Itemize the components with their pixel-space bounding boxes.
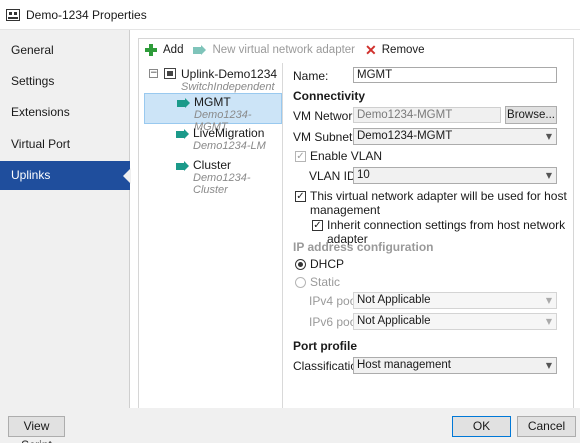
tree-item-mgmt[interactable]: MGMT Demo1234-MGMT [144, 93, 282, 133]
tree-item-subtitle: Demo1234-LM [193, 140, 266, 152]
main-panel: Add New virtual network adapter ✕ Remove… [138, 38, 574, 410]
ipv6-pool-value: Not Applicable [357, 315, 431, 327]
sidebar-item-extensions[interactable]: Extensions [0, 98, 129, 127]
vm-subnet-value: Demo1234-MGMT [357, 130, 453, 142]
tree-item-title: Cluster [193, 158, 232, 172]
title-bar: Demo-1234 Properties [0, 0, 580, 30]
chevron-down-icon: ▼ [545, 296, 552, 305]
tree-root-subtitle: SwitchIndependent [181, 81, 275, 93]
name-field[interactable]: MGMT [353, 67, 557, 83]
toolbar: Add New virtual network adapter ✕ Remove [139, 39, 575, 61]
tree-item-subtitle: Demo1234-Cluster [193, 172, 251, 196]
sidebar-item-general[interactable]: General [0, 35, 129, 64]
cancel-button[interactable]: Cancel [517, 416, 576, 437]
tree-item-title: MGMT [194, 95, 231, 109]
chevron-down-icon: ▼ [545, 361, 552, 370]
tree-root-uplink[interactable]: − Uplink-Demo1234 SwitchIndependent [149, 67, 277, 93]
static-radio[interactable] [295, 277, 306, 288]
name-label: Name: [293, 69, 329, 83]
remove-x-icon: ✕ [365, 42, 377, 58]
add-label: Add [163, 44, 184, 56]
window-close-button[interactable] [550, 0, 580, 30]
sidebar: General Settings Extensions Virtual Port… [0, 30, 131, 408]
remove-button[interactable]: ✕ Remove [365, 42, 425, 58]
tree-item-cluster[interactable]: Cluster Demo1234-Cluster [144, 157, 282, 196]
remove-label: Remove [381, 44, 425, 56]
sidebar-item-virtual-port[interactable]: Virtual Port [0, 129, 129, 158]
tree-item-livemigration[interactable]: LiveMigration Demo1234-LM [144, 125, 282, 156]
vlan-id-select[interactable]: 10 ▼ [353, 167, 557, 184]
add-button[interactable]: Add [145, 44, 183, 56]
static-label: Static [310, 275, 341, 289]
dialog-footer: View Script OK Cancel [0, 408, 580, 443]
ipv4-pool-select[interactable]: Not Applicable ▼ [353, 292, 557, 309]
host-management-checkbox[interactable]: ✓ [295, 191, 306, 202]
dhcp-label: DHCP [310, 257, 345, 271]
app-icon [6, 8, 20, 21]
host-management-label-line2: management [310, 203, 381, 217]
plus-icon [145, 44, 157, 56]
vm-subnet-select[interactable]: Demo1234-MGMT ▼ [353, 128, 557, 145]
uplink-tree: − Uplink-Demo1234 SwitchIndependent MGMT… [143, 63, 283, 409]
vm-subnet-label: VM Subnet: [293, 130, 356, 144]
host-management-label-line1: This virtual network adapter will be use… [310, 189, 567, 203]
vlan-id-label: VLAN ID: [309, 169, 360, 183]
new-adapter-label: New virtual network adapter [212, 44, 356, 56]
vlan-id-value: 10 [357, 169, 370, 181]
ipv4-pool-value: Not Applicable [357, 294, 431, 306]
window-title: Demo-1234 Properties [26, 7, 147, 22]
network-adapter-icon [193, 44, 207, 56]
collapse-toggle-icon[interactable]: − [149, 69, 158, 78]
connectivity-heading: Connectivity [293, 89, 366, 103]
uplink-icon [164, 68, 176, 79]
vm-network-label: VM Network: [293, 109, 362, 123]
network-adapter-icon [176, 161, 189, 172]
network-adapter-icon [177, 98, 190, 109]
enable-vlan-checkbox[interactable]: ✓ [295, 151, 306, 162]
ok-button[interactable]: OK [452, 416, 511, 437]
view-script-button[interactable]: View Script [8, 416, 65, 443]
chevron-down-icon: ▼ [545, 171, 552, 180]
chevron-down-icon: ▼ [545, 132, 552, 141]
browse-button[interactable]: Browse... [505, 106, 557, 124]
tree-root-title: Uplink-Demo1234 [181, 67, 278, 81]
new-virtual-network-adapter-button[interactable]: New virtual network adapter [193, 44, 355, 56]
classification-select[interactable]: Host management ▼ [353, 357, 557, 374]
dhcp-radio[interactable] [295, 259, 306, 270]
vm-network-field: Demo1234-MGMT [353, 107, 501, 123]
network-adapter-icon [176, 129, 189, 140]
classification-value: Host management [357, 359, 451, 371]
chevron-down-icon: ▼ [545, 317, 552, 326]
sidebar-item-settings[interactable]: Settings [0, 66, 129, 95]
ip-config-heading: IP address configuration [293, 240, 434, 254]
tree-item-title: LiveMigration [193, 126, 265, 140]
enable-vlan-label: Enable VLAN [310, 149, 383, 163]
sidebar-item-uplinks[interactable]: Uplinks [0, 160, 131, 190]
ipv6-pool-select[interactable]: Not Applicable ▼ [353, 313, 557, 330]
inherit-settings-checkbox[interactable]: ✓ [312, 220, 323, 231]
port-profile-heading: Port profile [293, 339, 358, 353]
